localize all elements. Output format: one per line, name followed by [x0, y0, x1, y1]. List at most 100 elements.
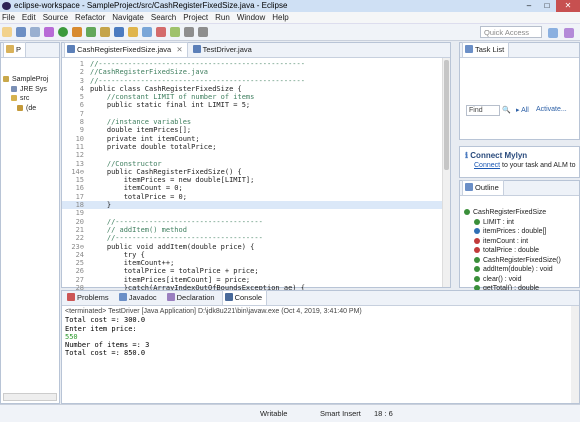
code-line[interactable]: 10 private int itemCount; [62, 135, 450, 143]
console-line: Total cost =: 300.0 [65, 316, 146, 325]
forward-icon[interactable] [198, 27, 208, 37]
class-icon [464, 209, 470, 216]
code-line[interactable]: 27 itemPrices[itemCount] = price; [62, 276, 450, 284]
external-tools-icon[interactable] [72, 27, 82, 37]
tree-item-jre[interactable]: JRE Sys [3, 85, 57, 95]
save-all-icon[interactable] [30, 27, 40, 37]
code-line[interactable]: 15 itemPrices = new double[LIMIT]; [62, 176, 450, 184]
code-line[interactable]: 25 itemCount++; [62, 259, 450, 267]
tab-package-explorer[interactable]: P [3, 42, 27, 57]
minimize-button[interactable]: – [520, 0, 538, 12]
code-line[interactable]: 19 [62, 209, 450, 217]
back-icon[interactable] [184, 27, 194, 37]
outline-member[interactable]: clear() : void [474, 275, 579, 285]
menu-project[interactable]: Project [183, 13, 208, 22]
outline-class[interactable]: CashRegisterFixedSize [464, 208, 579, 218]
line-number: 19 [75, 209, 84, 218]
perspective-icon[interactable] [548, 28, 558, 38]
horizontal-scrollbar[interactable] [3, 393, 57, 401]
tab-declaration[interactable]: Declaration [164, 290, 220, 305]
code-text[interactable]: 1 //-------------------------------------… [62, 58, 450, 292]
new-package-icon[interactable] [100, 27, 110, 37]
line-text: double itemPrices[]; [90, 126, 192, 135]
close-button[interactable]: ✕ [556, 0, 580, 12]
menu-source[interactable]: Source [43, 13, 68, 22]
menu-file[interactable]: File [2, 13, 15, 22]
connect-link[interactable]: Connect [474, 162, 500, 169]
java-file-icon [67, 45, 75, 53]
code-line[interactable]: 1 //-------------------------------------… [62, 60, 450, 68]
code-line[interactable]: 26 totalPrice = totalPrice + price; [62, 267, 450, 275]
outline-member[interactable]: LIMIT : int [474, 218, 579, 228]
line-number: 14⊖ [71, 167, 84, 176]
tab-cashregister[interactable]: CashRegisterFixedSize.java ✕ [64, 42, 188, 57]
search-icon[interactable]: 🔍 [502, 106, 511, 114]
line-text: itemPrices[itemCount] = price; [90, 275, 251, 284]
code-line[interactable]: 3 //-------------------------------------… [62, 77, 450, 85]
line-number: 13 [75, 159, 84, 168]
code-line[interactable]: 13 //Constructor [62, 160, 450, 168]
menu-search[interactable]: Search [151, 13, 176, 22]
code-line[interactable]: 4 public class CashRegisterFixedSize { [62, 85, 450, 93]
menu-help[interactable]: Help [272, 13, 288, 22]
outline-member[interactable]: CashRegisterFixedSize() [474, 256, 579, 266]
menu-run[interactable]: Run [215, 13, 230, 22]
code-line[interactable]: 14⊖ public CashRegisterFixedSize() { [62, 168, 450, 176]
menu-window[interactable]: Window [237, 13, 265, 22]
new-icon[interactable] [2, 27, 12, 37]
outline-member[interactable]: itemPrices : double[] [474, 227, 579, 237]
run-icon[interactable] [58, 27, 68, 37]
maximize-button[interactable]: □ [538, 0, 556, 12]
debug-icon[interactable] [44, 27, 54, 37]
close-tab-icon[interactable]: ✕ [176, 45, 182, 54]
member-icon [474, 237, 480, 244]
search-icon[interactable] [142, 27, 152, 37]
tree-item-project[interactable]: SampleProj [3, 75, 57, 85]
outline-member[interactable]: addItem(double) : void [474, 265, 579, 275]
quick-access-input[interactable]: Quick Access [480, 26, 542, 38]
tab-testdriver[interactable]: TestDriver.java [190, 42, 257, 57]
info-icon: ℹ [465, 151, 469, 160]
code-line[interactable]: 22 //----------------------------------- [62, 234, 450, 242]
open-type-icon[interactable] [128, 27, 138, 37]
save-icon[interactable] [16, 27, 26, 37]
code-line[interactable]: 9 double itemPrices[]; [62, 126, 450, 134]
code-line[interactable]: 11 private double totalPrice; [62, 143, 450, 151]
next-annotation-icon[interactable] [170, 27, 180, 37]
tab-javadoc[interactable]: Javadoc [116, 290, 162, 305]
tab-task-list[interactable]: Task List [462, 42, 510, 57]
console-scrollbar[interactable] [571, 306, 579, 403]
code-line[interactable]: 2 //CashRegisterFixedSize.java [62, 68, 450, 76]
code-line[interactable]: 18 } [62, 201, 450, 210]
tab-console[interactable]: Console [221, 290, 268, 305]
toggle-mark-icon[interactable] [156, 27, 166, 37]
find-input[interactable]: Find [466, 105, 500, 116]
outline-member[interactable]: totalPrice : double [474, 246, 579, 256]
tree-item-default-package[interactable]: (de [3, 104, 57, 114]
all-filter[interactable]: ▸ All [516, 106, 529, 114]
menu-navigate[interactable]: Navigate [112, 13, 144, 22]
code-line[interactable]: 16 itemCount = 0; [62, 184, 450, 192]
activate-link[interactable]: Activate... [536, 106, 567, 113]
tab-outline[interactable]: Outline [462, 180, 504, 195]
code-line[interactable]: 5 //constant LIMIT of number of items [62, 93, 450, 101]
code-line[interactable]: 8 //instance variables [62, 118, 450, 126]
code-line[interactable]: 23⊖ public void addItem(double price) { [62, 243, 450, 251]
tab-problems[interactable]: Problems [64, 290, 114, 305]
code-line[interactable]: 17 totalPrice = 0; [62, 193, 450, 201]
code-line[interactable]: 20 //----------------------------------- [62, 218, 450, 226]
menu-refactor[interactable]: Refactor [75, 13, 105, 22]
code-line[interactable]: 12 [62, 151, 450, 159]
outline-icon [465, 183, 473, 191]
menu-edit[interactable]: Edit [22, 13, 36, 22]
java-perspective-icon[interactable] [564, 28, 574, 38]
new-java-project-icon[interactable] [86, 27, 96, 37]
code-line[interactable]: 24 try { [62, 251, 450, 259]
vertical-scrollbar[interactable] [442, 58, 450, 287]
new-class-icon[interactable] [114, 27, 124, 37]
tree-item-src[interactable]: src [3, 94, 57, 104]
code-line[interactable]: 21 // addItem() method [62, 226, 450, 234]
code-line[interactable]: 7 [62, 110, 450, 118]
outline-member[interactable]: itemCount : int [474, 237, 579, 247]
code-line[interactable]: 6 public static final int LIMIT = 5; [62, 101, 450, 109]
